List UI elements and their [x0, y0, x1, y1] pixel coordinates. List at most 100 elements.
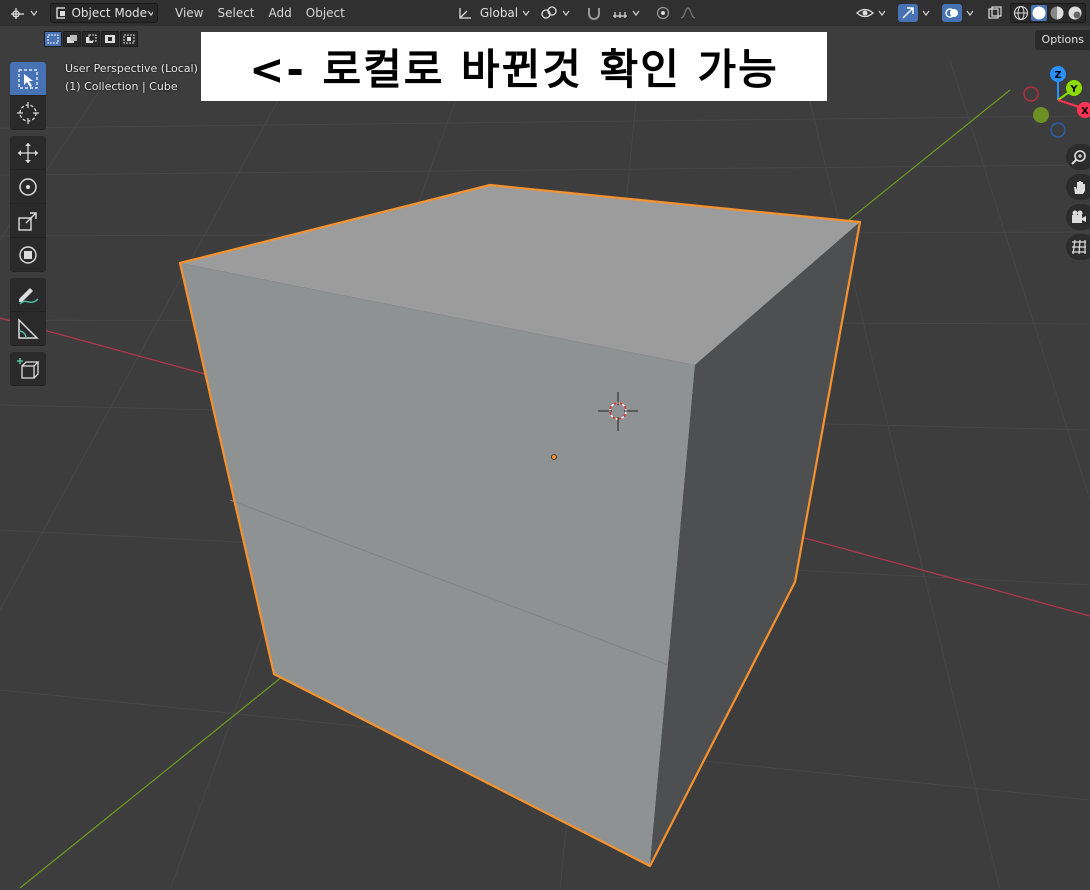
gizmo-icon: [902, 7, 914, 19]
select-new-icon: [47, 34, 59, 44]
magnet-icon: [587, 8, 600, 20]
z-axis-label: Z: [1054, 70, 1061, 81]
select-extend-icon: [67, 35, 77, 43]
chevron-down-icon: [522, 10, 530, 17]
rendered-shading-icon[interactable]: [1067, 5, 1083, 21]
menu-select[interactable]: Select: [210, 3, 261, 23]
snap-target-dropdown[interactable]: [608, 3, 644, 23]
tool-measure[interactable]: [10, 312, 46, 346]
scale-icon: [18, 211, 37, 231]
neg-x-handle[interactable]: [1023, 86, 1039, 102]
mode-dropdown[interactable]: Object Mode: [50, 3, 158, 23]
x-axis-label: X: [1081, 106, 1089, 117]
select-subtract-button[interactable]: [82, 31, 100, 47]
navigation-gizmo[interactable]: Z Y X: [1023, 66, 1090, 138]
snap-toggle[interactable]: [582, 3, 606, 23]
neg-y-handle[interactable]: [1033, 107, 1049, 123]
select-invert-button[interactable]: [101, 31, 119, 47]
gizmo-toggle-active: [898, 4, 918, 22]
header-right-group: [850, 3, 1090, 23]
move-icon: [18, 142, 38, 163]
tool-shelf: [10, 62, 46, 386]
tool-rotate[interactable]: [10, 170, 46, 204]
chevron-down-icon: [966, 10, 974, 17]
falloff-curve-icon: [680, 7, 696, 19]
pan-button[interactable]: [1066, 174, 1090, 200]
overlays-toggle-active: [942, 4, 962, 22]
chevron-down-icon: [878, 10, 886, 17]
perspective-label: User Perspective (Local): [65, 62, 198, 75]
menu-object[interactable]: Object: [299, 3, 352, 23]
mode-label: Object Mode: [71, 6, 148, 20]
select-intersect-icon: [123, 34, 135, 44]
hand-pan-icon: [1074, 181, 1085, 194]
options-button[interactable]: Options: [1034, 30, 1090, 50]
gizmo-toggle[interactable]: [894, 3, 934, 23]
add-cube-icon: [17, 357, 40, 379]
viewport-3d[interactable]: Z Y X: [0, 0, 1090, 890]
viewport-header: Object Mode View Select Add Object Globa…: [0, 0, 1090, 26]
chevron-down-icon: [632, 10, 640, 17]
tool-annotate[interactable]: [10, 278, 46, 312]
viewport-info: User Perspective (Local) (1) Collection …: [65, 60, 198, 96]
visibility-dropdown[interactable]: [852, 3, 890, 23]
orientation-dropdown[interactable]: Global: [454, 3, 534, 23]
cube-object[interactable]: [178, 183, 862, 868]
overlays-icon: [945, 8, 958, 18]
tool-select-box[interactable]: [10, 62, 46, 96]
annotation-banner: <- 로컬로 바뀐것 확인 가능: [201, 32, 827, 101]
header-menus: View Select Add Object: [168, 3, 352, 23]
falloff-dropdown[interactable]: [676, 3, 700, 23]
object-origin[interactable]: [551, 454, 557, 460]
zoom-button[interactable]: [1066, 144, 1090, 170]
select-extend-button[interactable]: [63, 31, 81, 47]
tool-transform[interactable]: [10, 238, 46, 272]
proportional-edit-toggle[interactable]: [652, 3, 674, 23]
annotate-icon: [19, 287, 39, 305]
neg-z-handle[interactable]: [1050, 122, 1066, 138]
pivot-point-dropdown[interactable]: [536, 3, 574, 23]
tool-scale[interactable]: [10, 204, 46, 238]
wireframe-shading-icon[interactable]: [1013, 5, 1029, 21]
ortho-toggle-button[interactable]: [1066, 234, 1090, 260]
select-box-icon: [18, 68, 38, 89]
tool-cursor[interactable]: [10, 96, 46, 130]
menu-view[interactable]: View: [168, 3, 210, 23]
editor-type-icon: [11, 8, 24, 19]
shading-modes: [1010, 3, 1086, 23]
chevron-down-icon: [147, 10, 153, 17]
transform-icon: [19, 245, 37, 264]
menu-add[interactable]: Add: [262, 3, 299, 23]
select-intersect-button[interactable]: [120, 31, 138, 47]
editor-type-button[interactable]: [6, 3, 42, 23]
object-mode-icon: [56, 7, 66, 19]
select-invert-icon: [105, 35, 115, 43]
chevron-down-icon: [30, 10, 38, 17]
material-shading-icon[interactable]: [1049, 5, 1065, 21]
transform-orientation-icon: [459, 8, 471, 19]
proportional-edit-icon: [656, 6, 669, 20]
measure-icon: [18, 317, 39, 339]
solid-shading-icon[interactable]: [1031, 5, 1047, 21]
select-mode-buttons: [44, 31, 138, 47]
camera-view-button[interactable]: [1066, 204, 1090, 230]
orientation-label: Global: [479, 6, 519, 20]
collection-label: (1) Collection | Cube: [65, 80, 178, 93]
camera-icon: [1072, 210, 1086, 223]
tool-add-cube[interactable]: [10, 352, 46, 386]
overlays-toggle[interactable]: [938, 3, 978, 23]
y-axis-label: Y: [1069, 84, 1078, 95]
chevron-down-icon: [562, 10, 570, 17]
pivot-link-icon: [541, 6, 557, 19]
xray-toggle[interactable]: [984, 3, 1006, 23]
select-subtract-icon: [86, 34, 97, 43]
snap-increment-icon: [612, 12, 627, 18]
cube-face-front: [180, 263, 695, 866]
eye-icon: [856, 8, 874, 18]
cursor-icon: [17, 101, 39, 124]
rotate-icon: [19, 177, 37, 196]
select-new-button[interactable]: [44, 31, 62, 47]
xray-icon: [988, 6, 1002, 19]
tool-move[interactable]: [10, 136, 46, 170]
zoom-icon: [1071, 150, 1086, 165]
